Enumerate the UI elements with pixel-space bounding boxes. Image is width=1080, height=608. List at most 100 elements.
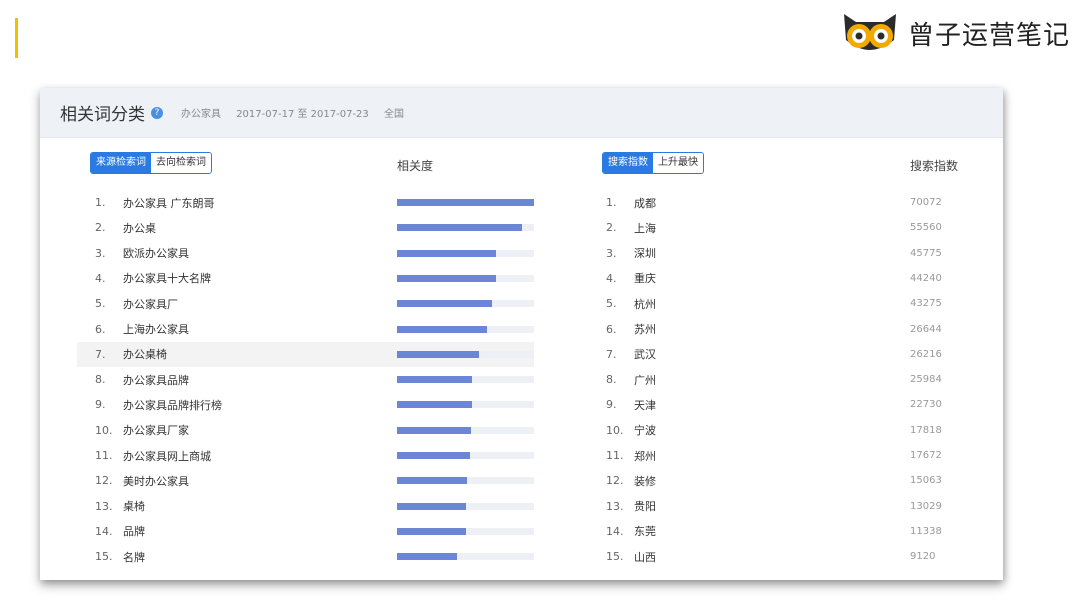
right-list-item[interactable]: 1. 成都: [606, 190, 656, 215]
term-label: 上海办公家具: [123, 323, 189, 336]
term-label: 欧派办公家具: [123, 247, 189, 261]
term-label: 办公家具品牌排行榜: [123, 398, 222, 412]
left-list-item[interactable]: 9. 办公家具品牌排行榜: [95, 392, 222, 417]
search-index-value: 17672: [910, 450, 942, 461]
right-list-item[interactable]: 10. 宁波: [606, 418, 656, 443]
right-list-item[interactable]: 4. 重庆: [606, 266, 656, 291]
term-label: 办公桌椅: [123, 348, 167, 362]
rank-number: 1.: [95, 196, 106, 209]
rank-number: 11.: [606, 449, 624, 462]
left-list-item[interactable]: 12. 美时办公家具: [95, 468, 189, 493]
search-index-value: 45775: [910, 247, 942, 259]
relevance-bar-fill: [397, 426, 471, 434]
date-range: 2017-07-17 至 2017-07-23: [236, 109, 369, 120]
relevance-bar-fill: [397, 376, 473, 384]
left-list-item[interactable]: 10. 办公家具厂家: [95, 418, 189, 443]
relevance-bar-fill: [397, 452, 470, 459]
brand-name: 曾子运营笔记: [907, 20, 1070, 51]
right-list-item[interactable]: 13. 贵阳: [606, 494, 656, 519]
left-list-item[interactable]: 2. 办公桌: [95, 215, 156, 240]
relevance-bar-track: [397, 274, 534, 282]
search-index-value: 26644: [910, 323, 942, 335]
card-header: 相关词分类 ? 办公家具 2017-07-17 至 2017-07-23 全国: [40, 88, 1003, 138]
relevance-bar-fill: [397, 350, 480, 358]
right-list-item[interactable]: 14. 东莞: [606, 519, 656, 544]
help-icon[interactable]: ?: [151, 106, 163, 119]
relevance-bar-track: [397, 199, 534, 206]
left-list-item[interactable]: 6. 上海办公家具: [95, 317, 189, 342]
search-index-value: 44240: [910, 272, 942, 284]
term-label: 名牌: [123, 550, 145, 564]
search-index-value: 55560: [910, 222, 942, 234]
left-list-item[interactable]: 11. 办公家具网上商城: [95, 443, 211, 468]
term-label: 品牌: [123, 525, 145, 539]
relevance-bar-track: [397, 477, 534, 485]
rank-number: 7.: [606, 347, 617, 361]
relevance-bar-fill: [397, 274, 496, 282]
right-list-item[interactable]: 9. 天津: [606, 392, 656, 417]
left-list-item[interactable]: 13. 桌椅: [95, 494, 145, 519]
search-index-value: 26216: [910, 348, 942, 360]
relevance-bar-track: [397, 426, 534, 434]
city-label: 重庆: [634, 272, 656, 286]
rank-number: 12.: [95, 474, 113, 488]
card-title: 相关词分类: [60, 105, 145, 125]
tab-destination-terms[interactable]: 去向检索词: [151, 153, 211, 173]
rank-number: 7.: [95, 347, 106, 361]
city-label: 宁波: [634, 424, 656, 438]
search-index-value: 70072: [910, 197, 942, 208]
right-list-item[interactable]: 3. 深圳: [606, 241, 656, 266]
rank-number: 10.: [95, 423, 113, 437]
left-list-item[interactable]: 15. 名牌: [95, 544, 145, 569]
rank-number: 4.: [95, 271, 106, 285]
tab-source-terms[interactable]: 来源检索词: [91, 153, 151, 173]
right-list-item[interactable]: 15. 山西: [606, 544, 656, 569]
rank-number: 10.: [606, 423, 624, 437]
right-list-item[interactable]: 6. 苏州: [606, 317, 656, 342]
tab-fastest-rising[interactable]: 上升最快: [653, 153, 703, 173]
left-list-item[interactable]: 7. 办公桌椅: [95, 342, 167, 367]
right-list-item[interactable]: 8. 广州: [606, 367, 656, 392]
right-list-item[interactable]: 7. 武汉: [606, 342, 656, 367]
term-label: 美时办公家具: [123, 474, 189, 488]
owl-icon: [843, 14, 896, 50]
right-list-item[interactable]: 12. 装修: [606, 468, 656, 493]
tab-search-index[interactable]: 搜索指数: [603, 153, 653, 173]
right-list-item[interactable]: 5. 杭州: [606, 291, 656, 316]
left-list-item[interactable]: 14. 品牌: [95, 519, 145, 544]
relevance-bar-track: [397, 502, 534, 510]
left-list-item[interactable]: 4. 办公家具十大名牌: [95, 266, 211, 291]
search-index-value: 43275: [910, 298, 942, 310]
city-label: 苏州: [634, 323, 656, 336]
region-label: 全国: [383, 109, 404, 120]
relevance-header: 相关度: [397, 159, 434, 173]
left-list-item[interactable]: 1. 办公家具 广东朗哥: [95, 190, 215, 215]
search-index-value: 22730: [910, 399, 942, 411]
right-tabs: 搜索指数 上升最快: [602, 152, 704, 174]
left-list-item[interactable]: 8. 办公家具品牌: [95, 367, 189, 392]
search-index-value: 17818: [910, 424, 942, 436]
relevance-bar-fill: [397, 249, 496, 257]
search-index-value: 15063: [910, 475, 942, 487]
term-label: 办公家具厂: [123, 297, 178, 311]
rank-number: 13.: [95, 499, 113, 513]
left-list-item[interactable]: 3. 欧派办公家具: [95, 241, 189, 266]
rank-number: 5.: [95, 297, 106, 311]
rank-number: 8.: [606, 373, 617, 387]
left-list-item[interactable]: 5. 办公家具厂: [95, 291, 178, 316]
city-label: 贵阳: [634, 500, 656, 514]
rank-number: 5.: [606, 297, 617, 311]
right-list-item[interactable]: 11. 郑州: [606, 443, 656, 468]
right-list-item[interactable]: 2. 上海: [606, 215, 656, 240]
rank-number: 11.: [95, 449, 113, 462]
accent-bar: [15, 18, 18, 58]
rank-number: 9.: [95, 398, 106, 412]
rank-number: 2.: [606, 221, 617, 235]
city-label: 装修: [634, 474, 656, 488]
relevance-bar-track: [397, 300, 534, 308]
rank-number: 6.: [95, 322, 106, 336]
rank-number: 15.: [606, 550, 624, 564]
city-label: 天津: [634, 398, 656, 412]
related-words-card: 相关词分类 ? 办公家具 2017-07-17 至 2017-07-23 全国 …: [40, 88, 1003, 580]
term-label: 办公家具 广东朗哥: [123, 196, 215, 210]
